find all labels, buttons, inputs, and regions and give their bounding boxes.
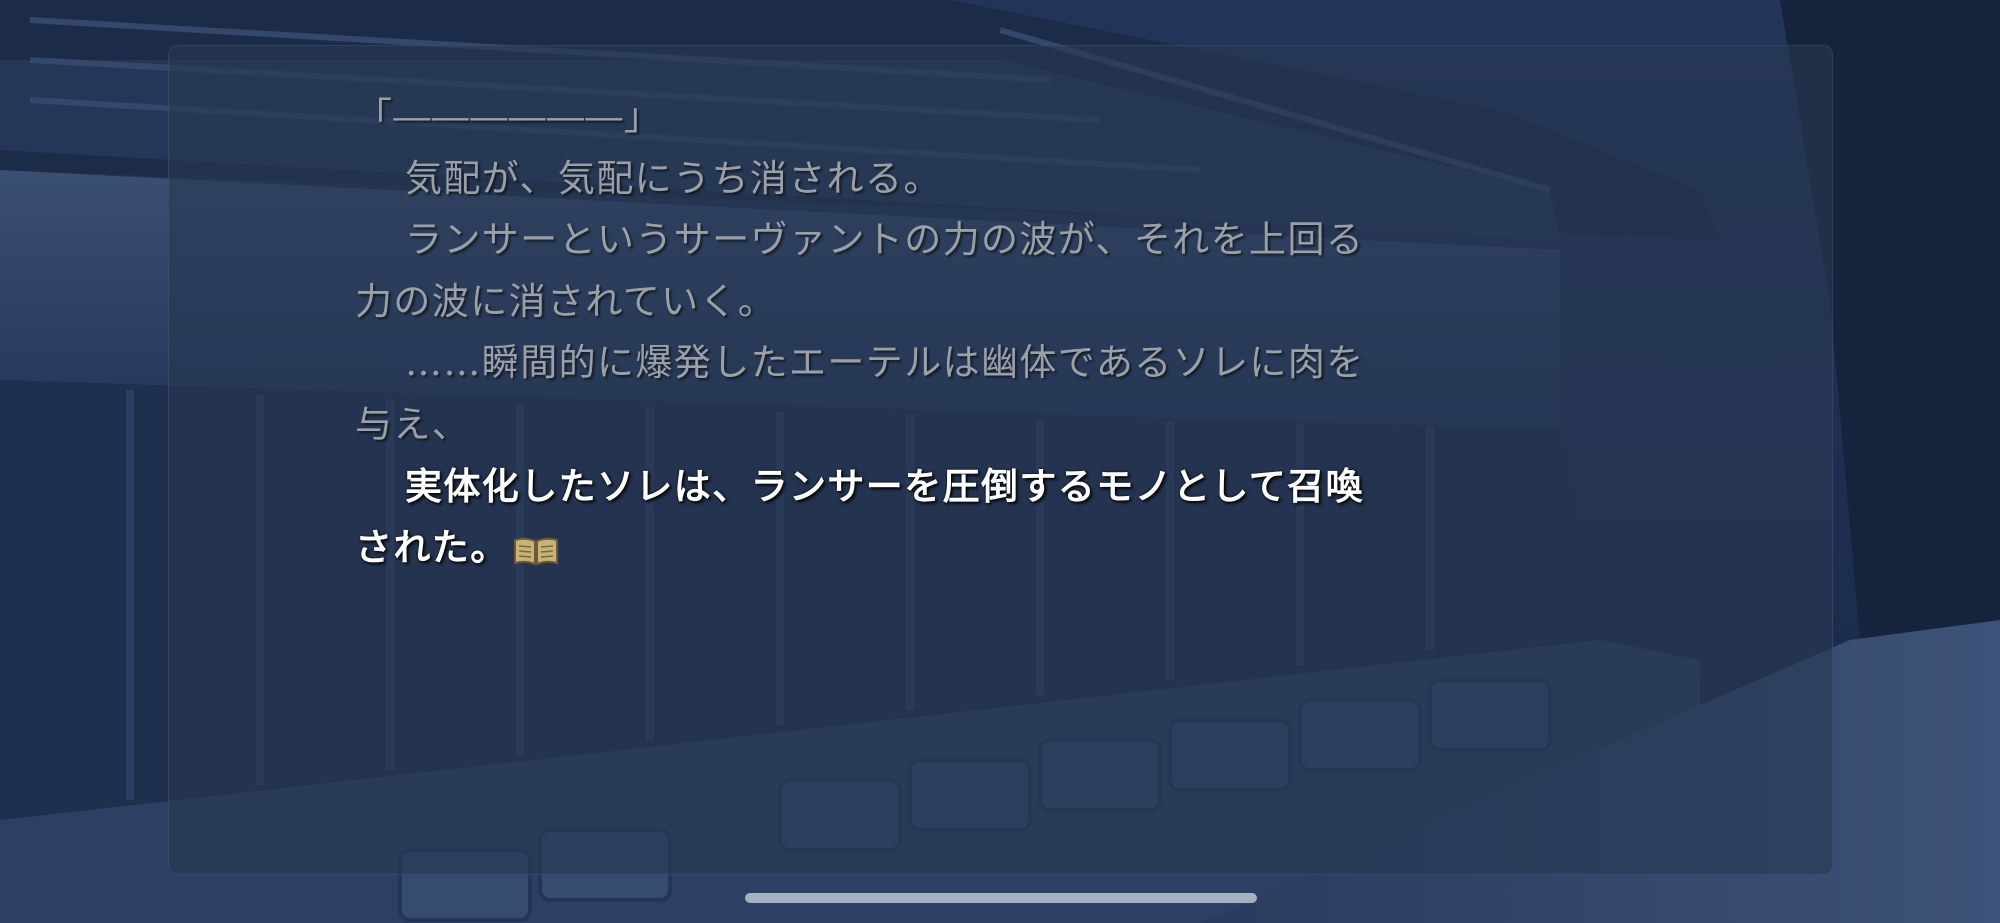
dialogue-line-text: 与え、 — [355, 402, 471, 446]
dialogue-text: 「――――――」 気配が、気配にうち消される。 ランサーというサーヴァントの力の… — [355, 86, 1655, 579]
dialogue-line: 与え、 — [355, 394, 1655, 456]
dialogue-line-text: された。 — [355, 525, 509, 570]
dialogue-line-text: 気配が、気配にうち消される。 — [405, 156, 942, 200]
book-icon — [513, 537, 558, 566]
dialogue-line: 気配が、気配にうち消される。 — [355, 148, 1655, 210]
dialogue-line: 力の波に消されていく。 — [355, 271, 1655, 333]
game-scene[interactable]: 「――――――」 気配が、気配にうち消される。 ランサーというサーヴァントの力の… — [0, 0, 2000, 923]
dialogue-line-current: された。 — [355, 517, 1655, 579]
dialogue-line-text: ……瞬間的に爆発したエーテルは幽体であるソレに肉を — [405, 341, 1365, 385]
home-indicator[interactable] — [745, 893, 1257, 903]
dialogue-line-current: 実体化したソレは、ランサーを圧倒するモノとして召喚 — [355, 456, 1655, 518]
dialogue-line-text: ランサーというサーヴァントの力の波が、それを上回る — [405, 218, 1365, 262]
dialogue-line: ……瞬間的に爆発したエーテルは幽体であるソレに肉を — [355, 332, 1655, 394]
dialogue-line-text: 力の波に消されていく。 — [355, 279, 777, 323]
dialogue-line-text: 「――――――」 — [355, 95, 663, 138]
dialogue-line: 「――――――」 — [355, 86, 1655, 148]
dialogue-line-text: 実体化したソレは、ランサーを圧倒するモノとして召喚 — [405, 463, 1364, 508]
dialogue-line: ランサーというサーヴァントの力の波が、それを上回る — [355, 209, 1655, 271]
